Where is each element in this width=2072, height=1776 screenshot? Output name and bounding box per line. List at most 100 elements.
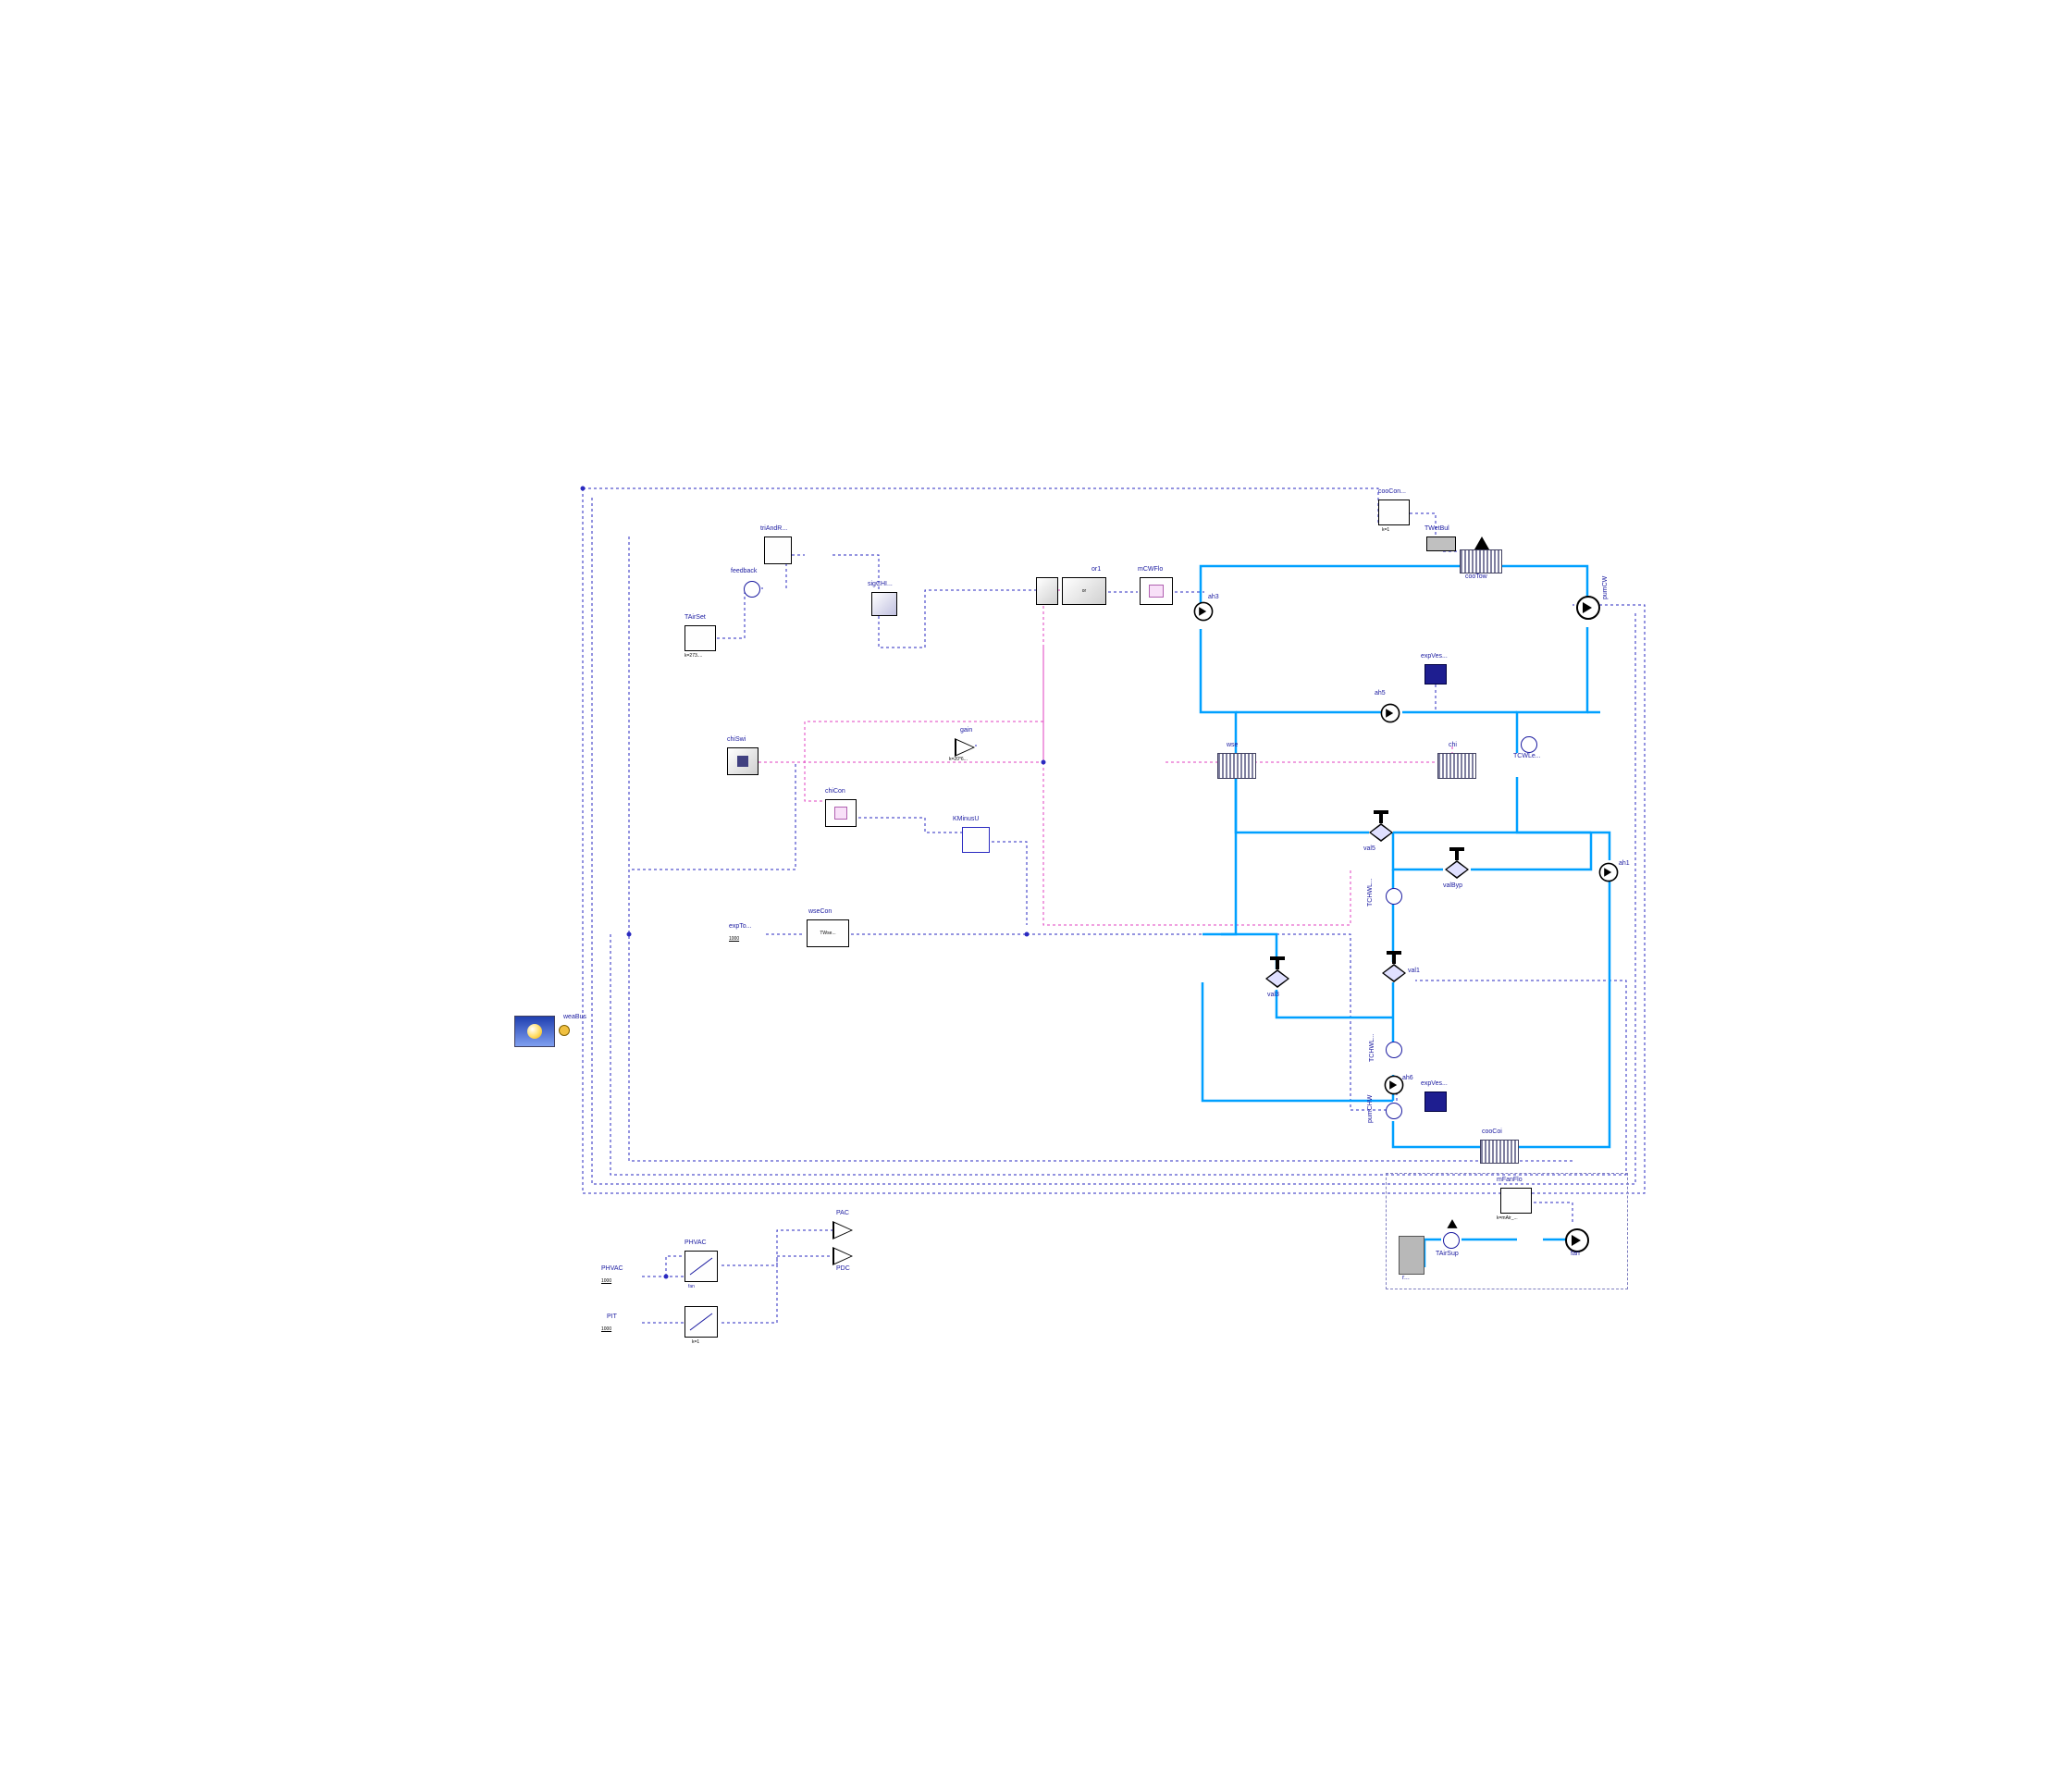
gain-label: gain bbox=[960, 727, 972, 734]
tairset-k-label: k=273.... bbox=[684, 653, 702, 659]
coocon-k-label: k=1 bbox=[1382, 527, 1389, 533]
phvac-fan-label: fan bbox=[688, 1284, 695, 1289]
diagram-canvas: weaBus cooCon... k=1 TWetBul cooTow pumC… bbox=[0, 0, 2072, 1776]
chicon-inner bbox=[834, 807, 848, 819]
tairsup-probe-icon bbox=[1447, 1219, 1457, 1228]
val5-valve[interactable] bbox=[1369, 823, 1393, 842]
val3-label: val3 bbox=[1267, 992, 1279, 998]
tchwl1-sensor[interactable] bbox=[1386, 888, 1402, 905]
mfanflo-block[interactable] bbox=[1500, 1188, 1532, 1214]
weather-bus-connector[interactable] bbox=[559, 1025, 570, 1036]
fan-label: fan bbox=[1571, 1251, 1580, 1257]
val3-valve[interactable] bbox=[1265, 969, 1289, 988]
ah5-block[interactable] bbox=[1381, 704, 1400, 723]
expto-label: expTo... bbox=[729, 923, 752, 930]
ah5-label: ah5 bbox=[1375, 690, 1386, 697]
expansion-vessel-1[interactable] bbox=[1424, 664, 1447, 684]
or1-aux-block[interactable] bbox=[1036, 577, 1058, 605]
pumcw-label: pumCW bbox=[1602, 576, 1609, 599]
tairset-block[interactable] bbox=[684, 625, 716, 651]
chiswi-block[interactable] bbox=[727, 747, 758, 775]
tchwl2-sensor[interactable] bbox=[1386, 1042, 1402, 1058]
wse-block[interactable] bbox=[1217, 753, 1256, 779]
mfanflo-label: mFanFlo bbox=[1497, 1177, 1523, 1183]
chicon-block[interactable] bbox=[825, 799, 857, 827]
mfanflo-k-label: k=mAir_... bbox=[1497, 1215, 1518, 1221]
wsecon-inner-text: TWse... bbox=[820, 931, 835, 936]
phvac-port: 1000 bbox=[601, 1278, 611, 1284]
pumchw-label: pumCHW bbox=[1367, 1095, 1374, 1123]
expves1-label: expVes... bbox=[1421, 653, 1448, 660]
tcwle-sensor[interactable] bbox=[1521, 736, 1537, 753]
val5-label: val5 bbox=[1363, 845, 1375, 852]
weather-data-block[interactable] bbox=[514, 1016, 555, 1047]
expves2-label: expVes... bbox=[1421, 1080, 1448, 1087]
room-label: r... bbox=[1402, 1275, 1410, 1281]
valbyp-label: valByp bbox=[1443, 882, 1462, 889]
chiswi-inner bbox=[737, 756, 749, 766]
expto-port: 1000 bbox=[729, 936, 739, 942]
wire-layer bbox=[0, 0, 2072, 1776]
triandr-block[interactable] bbox=[764, 536, 792, 564]
room-block[interactable] bbox=[1399, 1236, 1424, 1275]
cootow-label: cooTow bbox=[1465, 574, 1487, 580]
tairsup-label: TAirSup bbox=[1436, 1251, 1459, 1257]
feedback-label: feedback bbox=[731, 568, 757, 574]
twetbul-block[interactable] bbox=[1426, 536, 1456, 551]
integrator-icon-2 bbox=[687, 1310, 715, 1334]
coocoi-label: cooCoi bbox=[1482, 1128, 1502, 1135]
feedback-node[interactable] bbox=[744, 581, 760, 598]
tairsup-sensor[interactable] bbox=[1443, 1232, 1460, 1249]
valbyp-valve[interactable] bbox=[1445, 860, 1469, 879]
pac-output-port[interactable] bbox=[832, 1221, 853, 1240]
or1-label: or1 bbox=[1092, 566, 1101, 573]
tchwl2-label: TCHWL... bbox=[1369, 1033, 1375, 1062]
triandr-label: triAndR... bbox=[760, 525, 787, 532]
pdc-label: PDC bbox=[836, 1265, 850, 1272]
pit-port: 1000 bbox=[601, 1326, 611, 1332]
or1-block[interactable]: or bbox=[1062, 577, 1106, 605]
cooling-tower-fan-icon bbox=[1474, 536, 1489, 549]
kminusu-block[interactable] bbox=[962, 827, 990, 853]
sun-icon bbox=[527, 1024, 542, 1039]
mcwflo-inner bbox=[1149, 585, 1164, 597]
cooling-tower-block[interactable] bbox=[1460, 549, 1502, 574]
coocoi-block[interactable] bbox=[1480, 1140, 1519, 1164]
tcwle-label: TCWLe... bbox=[1513, 753, 1541, 759]
phvac-integrator-block[interactable] bbox=[684, 1251, 718, 1282]
phvac-input-label: PHVAC bbox=[601, 1265, 623, 1272]
wsecon-block[interactable]: TWse... bbox=[807, 919, 849, 947]
chi-block[interactable] bbox=[1437, 753, 1476, 779]
kminusu-label: KMinusU bbox=[953, 816, 979, 822]
chi-label: chi bbox=[1449, 742, 1457, 748]
ah3-block[interactable] bbox=[1194, 602, 1214, 622]
pumchw-node[interactable] bbox=[1386, 1103, 1402, 1119]
phvac-blk-label: PHVAC bbox=[684, 1240, 707, 1246]
wsecon-label: wseCon bbox=[808, 908, 832, 915]
ah6-block[interactable] bbox=[1385, 1076, 1404, 1095]
pump-cw-block[interactable] bbox=[1576, 596, 1600, 620]
ah1-label: ah1 bbox=[1619, 860, 1630, 867]
weabus-label: weaBus bbox=[563, 1014, 586, 1020]
expansion-vessel-2[interactable] bbox=[1424, 1092, 1447, 1112]
wse-label: wse bbox=[1227, 742, 1238, 748]
mcwflo-block[interactable] bbox=[1140, 577, 1173, 605]
pac-label: PAC bbox=[836, 1210, 849, 1216]
coocon-label: cooCon... bbox=[1378, 488, 1406, 495]
ah3-label: ah3 bbox=[1208, 594, 1219, 600]
pit-input-label: PIT bbox=[607, 1314, 617, 1320]
coocon-block[interactable] bbox=[1378, 500, 1410, 525]
pit-integrator-block[interactable] bbox=[684, 1306, 718, 1338]
val1-label: val1 bbox=[1408, 968, 1420, 974]
pit-k-label: k=1 bbox=[692, 1339, 699, 1345]
gain-k-label: k=20*6... bbox=[949, 757, 968, 762]
gain-block[interactable] bbox=[955, 738, 975, 757]
sigchi-block[interactable] bbox=[871, 592, 897, 616]
val1-valve[interactable] bbox=[1382, 964, 1406, 982]
tchwl1-label: TCHWL... bbox=[1367, 878, 1374, 906]
ah6-label: ah6 bbox=[1402, 1075, 1413, 1081]
pdc-output-port[interactable] bbox=[832, 1247, 853, 1265]
twetbul-label: TWetBul bbox=[1424, 525, 1449, 532]
ah1-block[interactable] bbox=[1599, 863, 1619, 882]
fan-block[interactable] bbox=[1565, 1228, 1589, 1252]
